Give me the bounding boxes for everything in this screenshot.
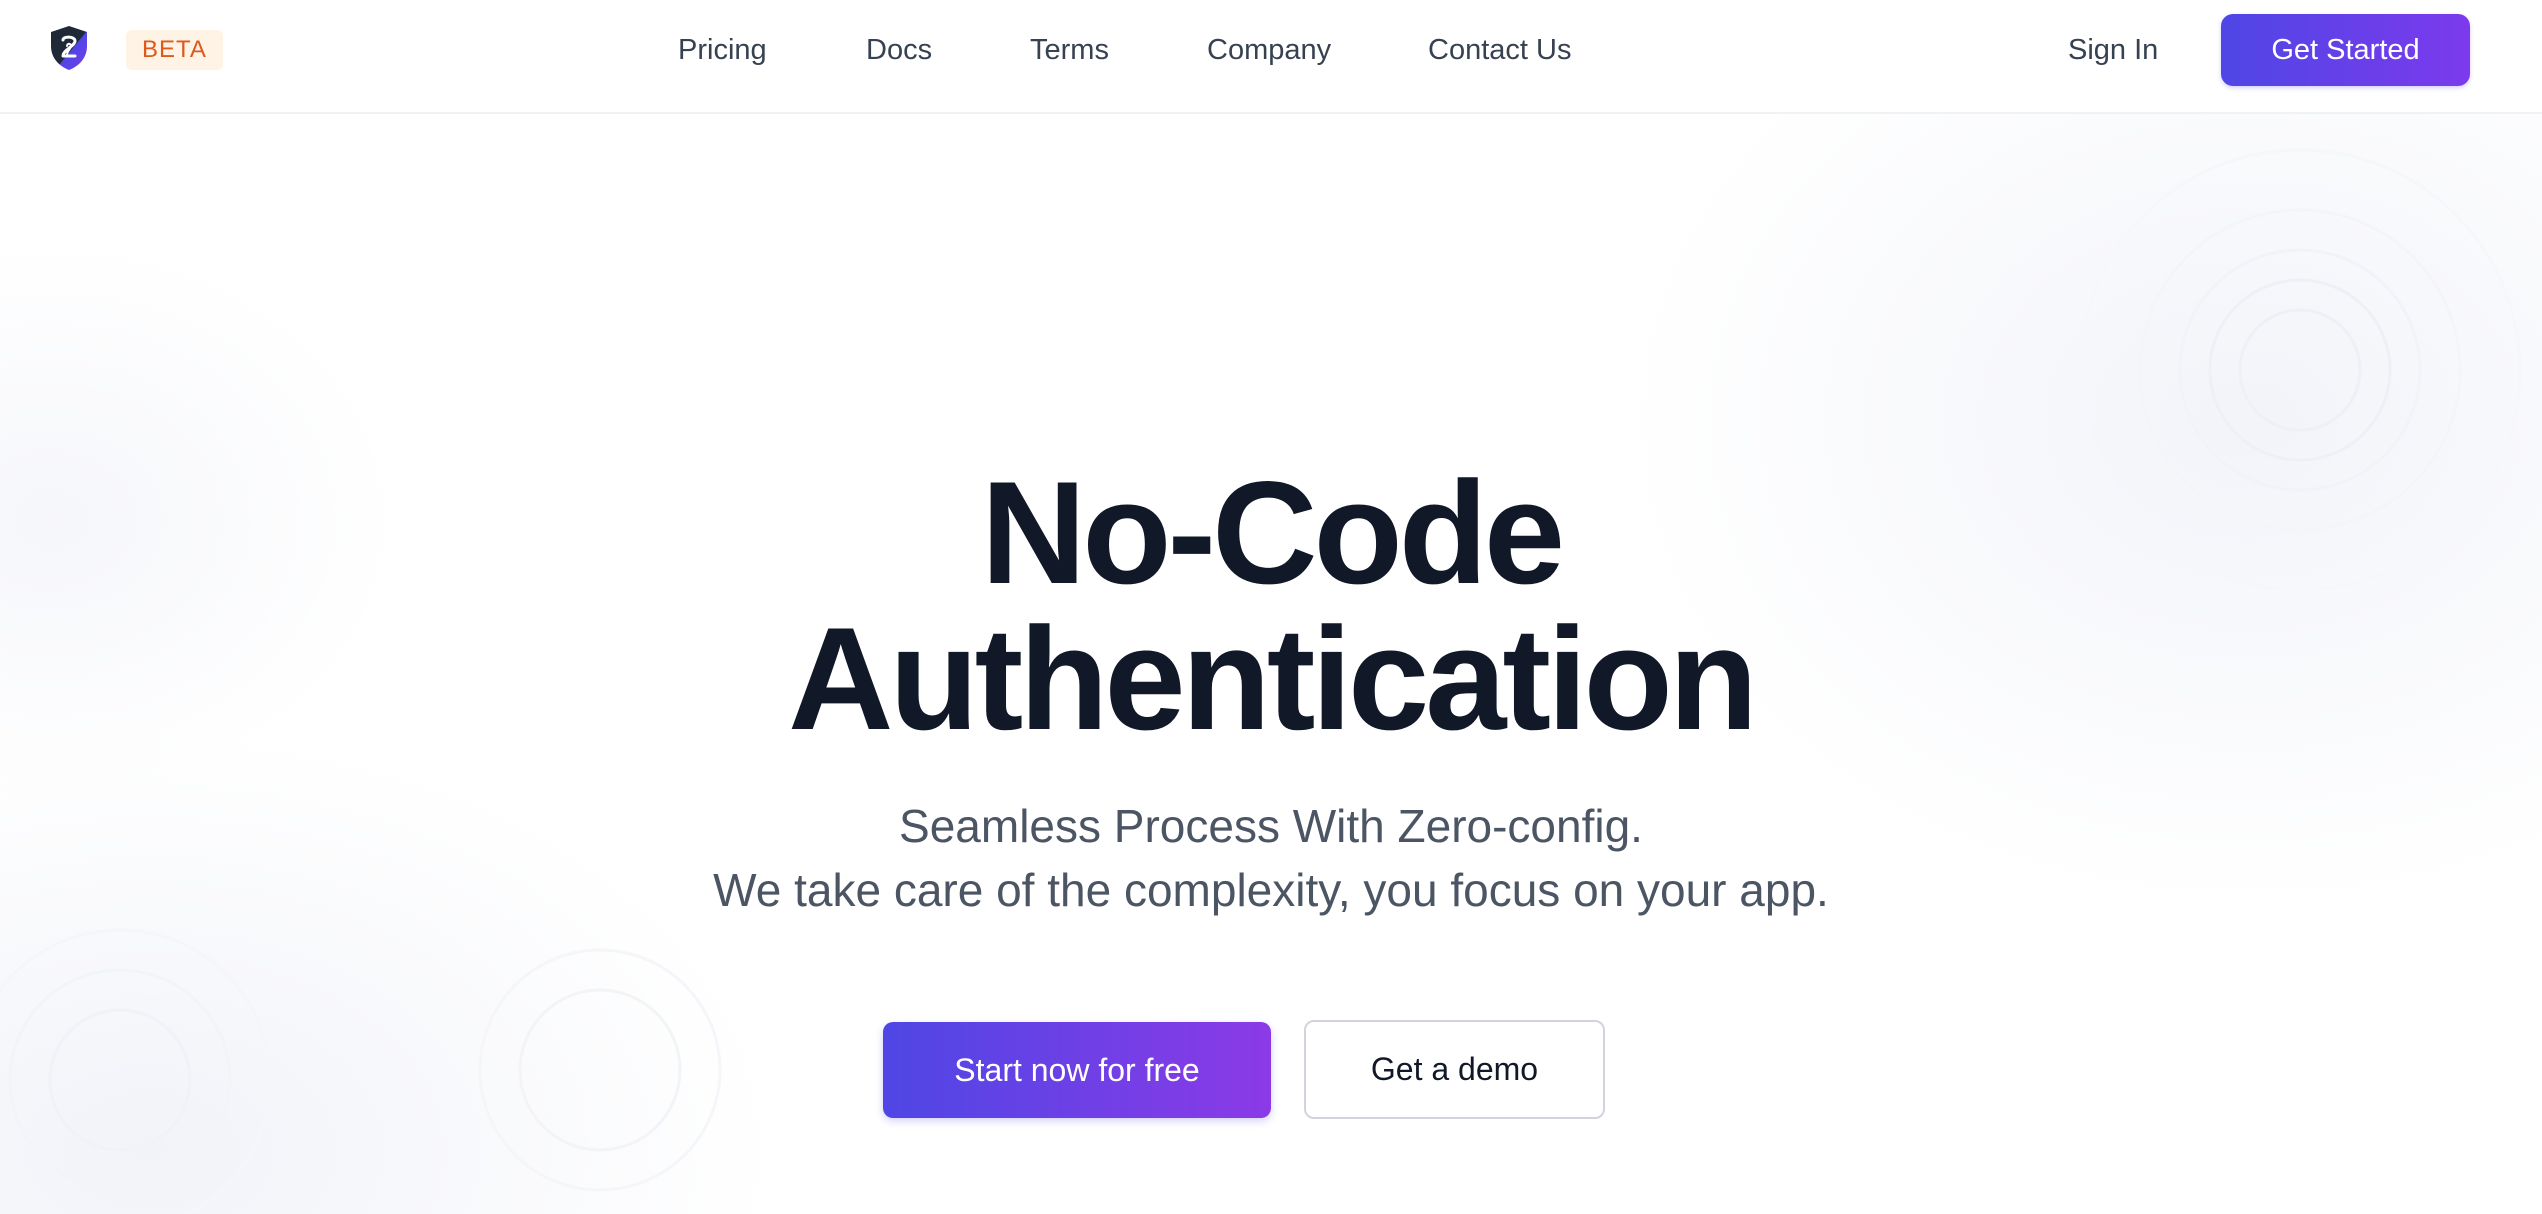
sign-in-link[interactable]: Sign In [2068, 30, 2158, 70]
hero-subtitle: Seamless Process With Zero-config. We ta… [0, 794, 2542, 922]
get-demo-button[interactable]: Get a demo [1304, 1020, 1605, 1119]
start-free-button[interactable]: Start now for free [883, 1022, 1271, 1118]
nav-link-company[interactable]: Company [1207, 30, 1331, 70]
hero-title-line-1: No-Code [980, 451, 1565, 614]
nav-link-docs[interactable]: Docs [866, 30, 932, 70]
landing-page: BETA Pricing Docs Terms Company Contact … [0, 0, 2542, 1214]
nav-link-contact-us[interactable]: Contact Us [1428, 30, 1571, 70]
get-started-button[interactable]: Get Started [2221, 14, 2470, 86]
nav-link-pricing[interactable]: Pricing [678, 30, 767, 70]
top-navbar: BETA Pricing Docs Terms Company Contact … [0, 0, 2542, 114]
hero-subtitle-line-2: We take care of the complexity, you focu… [713, 864, 1829, 916]
hero-subtitle-line-1: Seamless Process With Zero-config. [899, 800, 1643, 852]
hero-title: No-Code Authentication [0, 460, 2542, 752]
nav-link-terms[interactable]: Terms [1030, 30, 1109, 70]
nav-links: Pricing Docs Terms Company Contact Us [0, 0, 2542, 100]
hero-title-line-2: Authentication [788, 597, 1758, 760]
